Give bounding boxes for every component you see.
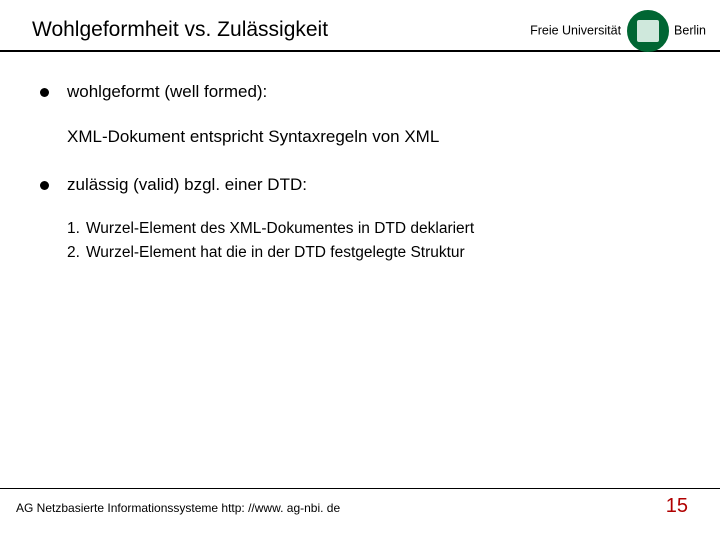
- list-text: Wurzel-Element des XML-Dokumentes in DTD…: [86, 218, 474, 240]
- bullet-icon: [40, 181, 49, 190]
- bullet-item: wohlgeformt (well formed):: [40, 80, 680, 105]
- slide-header: Wohlgeformheit vs. Zulässigkeit Freie Un…: [0, 0, 720, 50]
- university-logo: Freie Universität Berlin: [530, 10, 706, 52]
- footer-row: AG Netzbasierte Informationssysteme http…: [0, 495, 720, 518]
- list-number: 1.: [67, 218, 80, 240]
- bullet-icon: [40, 88, 49, 97]
- footer-divider: [0, 488, 720, 490]
- page-number: 15: [666, 495, 688, 518]
- list-item: 1. Wurzel-Element des XML-Dokumentes in …: [67, 218, 680, 240]
- seal-inner-icon: [636, 19, 660, 43]
- logo-text: Freie Universität Berlin: [530, 10, 706, 52]
- bullet-item: zulässig (valid) bzgl. einer DTD:: [40, 173, 680, 198]
- slide-footer: AG Netzbasierte Informationssysteme http…: [0, 488, 720, 519]
- logo-line2: Berlin: [674, 23, 706, 37]
- logo-line1: Freie Universität: [530, 23, 621, 37]
- bullet-heading: zulässig (valid) bzgl. einer DTD:: [67, 173, 680, 198]
- list-item: 2. Wurzel-Element hat die in der DTD fes…: [67, 242, 680, 264]
- seal-icon: [627, 10, 669, 52]
- bullet-heading: wohlgeformt (well formed):: [67, 80, 680, 105]
- list-text: Wurzel-Element hat die in der DTD festge…: [86, 242, 465, 264]
- slide-content: wohlgeformt (well formed): XML-Dokument …: [0, 52, 720, 265]
- footer-text: AG Netzbasierte Informationssysteme http…: [16, 501, 340, 515]
- list-number: 2.: [67, 242, 80, 264]
- numbered-sublist: 1. Wurzel-Element des XML-Dokumentes in …: [67, 218, 680, 265]
- bullet-description: XML-Dokument entspricht Syntaxregeln von…: [67, 125, 680, 150]
